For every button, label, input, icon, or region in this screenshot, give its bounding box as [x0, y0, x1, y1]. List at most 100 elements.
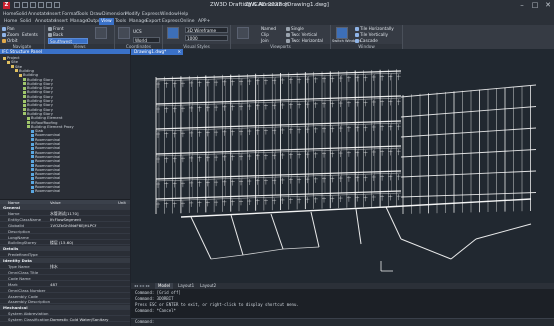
tile-horizontally-button[interactable]: Tile Horizontally — [355, 26, 394, 31]
visual-style-value-field[interactable]: 1000 — [185, 35, 228, 41]
viewport-two-horizontal-button[interactable]: Two: Horizontal — [286, 38, 323, 43]
new-icon[interactable] — [14, 2, 20, 8]
menu-modify[interactable]: Modify — [125, 11, 140, 18]
property-section[interactable]: Mechanical — [0, 305, 130, 311]
property-value[interactable]: Domestic Cold Water/Sanitary — [50, 317, 108, 322]
open-icon[interactable] — [22, 2, 28, 8]
property-value[interactable]: 水管测试[1170] — [50, 211, 79, 216]
pan-label: Pan — [7, 26, 15, 31]
cascade-button[interactable]: Cascade — [355, 38, 378, 43]
menu-annotate[interactable]: Annotate — [28, 11, 49, 18]
wire-line — [400, 106, 537, 118]
ribbon-group-visual-styles: 3D Wireframe 1000 Visual Styles — [163, 25, 231, 49]
property-key: Type Name — [8, 264, 30, 269]
wire-line — [190, 216, 212, 260]
viewport-clip-button[interactable]: Clip — [261, 32, 269, 37]
tab-home[interactable]: Home — [2, 18, 19, 25]
menu-format[interactable]: Format — [62, 11, 78, 18]
viewport-config-button[interactable] — [237, 27, 249, 39]
property-section[interactable]: General — [0, 205, 130, 210]
view-back-button[interactable]: Back — [48, 32, 63, 37]
menu-solid[interactable]: Solid — [16, 11, 27, 18]
tree-node-icon — [27, 125, 30, 129]
viewport-join-button[interactable]: Join — [261, 38, 269, 43]
tile-vertically-button[interactable]: Tile Vertically — [355, 32, 388, 37]
drawing-viewport[interactable] — [131, 49, 554, 283]
ucs-label: UCS — [133, 29, 142, 34]
tab-online[interactable]: Online — [178, 18, 197, 25]
pan-icon — [2, 27, 6, 31]
property-row: OmniClass Title — [0, 270, 130, 275]
menu-tools[interactable]: Tools — [77, 11, 88, 18]
app-logo[interactable]: Z — [3, 2, 10, 9]
redo-icon[interactable] — [54, 2, 60, 8]
property-row: PredefinedType — [0, 252, 130, 258]
ribbon-group-viewports: Named Clip Join Single Two: Vertical Two… — [231, 25, 331, 49]
wire-line — [400, 238, 452, 260]
property-key: OmniClass Number — [8, 287, 46, 293]
tree-node-icon — [27, 116, 30, 120]
close-tab-icon[interactable]: ✕ — [177, 49, 181, 55]
property-row: System Classification Domestic Cold Water… — [0, 317, 130, 323]
ucs-button[interactable] — [118, 27, 130, 39]
extents-button[interactable]: Extents — [22, 32, 38, 37]
property-row: GlobalId 1VOZkGh5NdF6EjHLPCf — [0, 223, 130, 228]
menu-dimension[interactable]: Dimension — [102, 11, 126, 18]
wire-line — [242, 248, 284, 256]
property-section[interactable]: Details — [0, 246, 130, 252]
ribbon-group-window: Switch Windows Tile Horizontally Tile Ve… — [331, 25, 403, 49]
undo-icon[interactable] — [46, 2, 52, 8]
property-value[interactable]: IfcFlowSegment — [50, 217, 81, 222]
menu-window[interactable]: Window — [160, 11, 178, 18]
tree-node-icon — [23, 82, 26, 86]
minimize-button[interactable]: – — [516, 1, 528, 10]
property-value[interactable]: 487 — [50, 282, 57, 287]
tab-view[interactable]: View — [99, 18, 114, 25]
property-value[interactable]: 楼层 (15.60) — [50, 240, 73, 245]
visual-style-combo[interactable]: 3D Wireframe — [185, 27, 228, 33]
back-label: Back — [53, 32, 64, 37]
viewport-single-button[interactable]: Single — [286, 26, 304, 31]
property-row: Mark 487 — [0, 282, 130, 287]
ucs-world-combo[interactable]: World — [133, 37, 160, 43]
property-value[interactable]: 排水 — [50, 264, 58, 269]
zoom-button[interactable]: Zoom — [2, 32, 19, 37]
switch-windows-button[interactable] — [336, 27, 348, 39]
view-front-button[interactable]: Front — [48, 26, 64, 31]
property-key: Description — [8, 228, 31, 234]
pan-button[interactable]: Pan — [2, 26, 15, 31]
save-icon[interactable] — [30, 2, 36, 8]
tab-app-plus[interactable]: APP+ — [196, 18, 212, 25]
front-label: Front — [53, 26, 64, 31]
visual-style-button[interactable] — [167, 27, 179, 39]
ribbon-panel: Pan Zoom Orbit Extents Navigate Front Ba… — [0, 25, 554, 50]
menu-express[interactable]: Express — [142, 11, 160, 18]
property-key: Assembly Code — [8, 293, 38, 299]
named-views-button[interactable] — [95, 27, 107, 39]
two-horizontal-icon — [286, 39, 290, 43]
tree-item[interactable]: Roomnominal — [31, 189, 60, 193]
viewport-two-vertical-button[interactable]: Two: Vertical — [286, 32, 317, 37]
property-value[interactable]: 1VOZkGh5NdF6EjHLPCf — [50, 223, 96, 228]
property-key: System Classification — [8, 317, 50, 323]
menu-insert[interactable]: Insert — [48, 11, 61, 18]
property-row: Description — [0, 229, 130, 234]
close-button[interactable]: ✕ — [542, 1, 554, 10]
menu-draw[interactable]: Draw — [90, 11, 102, 18]
tab-solid[interactable]: Solid — [18, 18, 33, 25]
tree-node-icon — [31, 138, 34, 142]
two-vertical-label: Two: Vertical — [291, 32, 318, 37]
orbit-button[interactable]: Orbit — [2, 38, 17, 43]
tab-tools[interactable]: Tools — [113, 18, 128, 25]
menu-help[interactable]: Help — [178, 11, 188, 18]
print-icon[interactable] — [38, 2, 44, 8]
command-prompt: Command: — [135, 319, 155, 324]
drawing-tab[interactable]: Drawing1.dwg* ✕ — [131, 49, 183, 55]
ribbon-group-navigate: Pan Zoom Orbit Extents Navigate — [0, 25, 45, 49]
property-row: Type Name 排水 — [0, 264, 130, 269]
tree-node-icon — [31, 172, 34, 176]
property-section[interactable]: Identity Data — [0, 258, 130, 264]
menu-home[interactable]: Home — [3, 11, 16, 18]
viewport-named-button[interactable]: Named — [261, 26, 276, 31]
maximize-button[interactable]: □ — [529, 1, 541, 10]
